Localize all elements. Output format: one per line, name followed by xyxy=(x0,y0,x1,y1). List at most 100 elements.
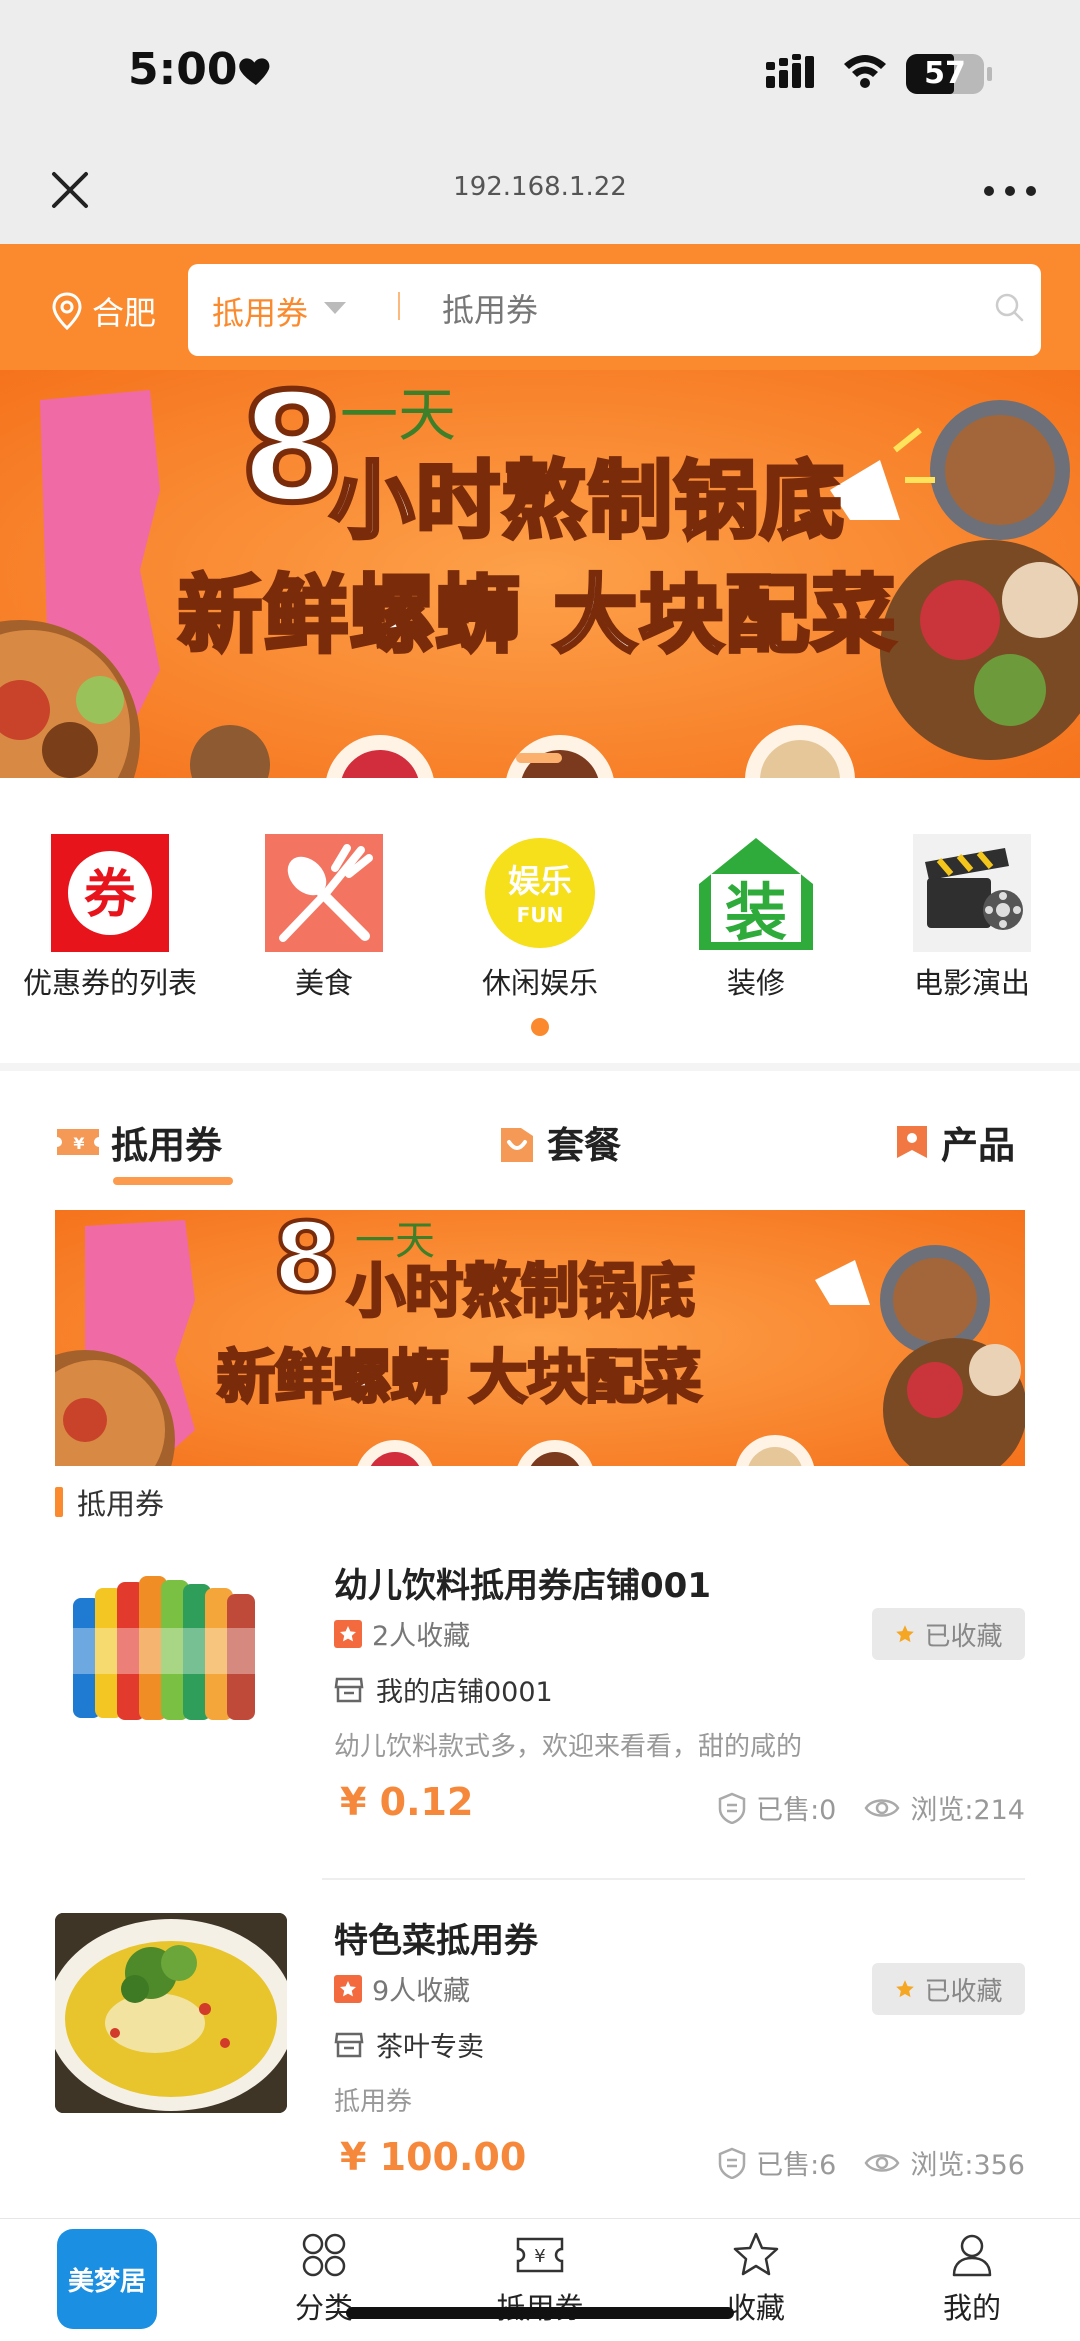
svg-text:FUN: FUN xyxy=(517,903,564,927)
tab-label: 产品 xyxy=(941,1124,1015,1167)
sold-icon xyxy=(718,1792,746,1824)
signal-icon xyxy=(766,54,814,88)
search-input[interactable] xyxy=(442,278,962,342)
tab-label: 套餐 xyxy=(547,1124,621,1167)
view-count: 浏览:356 xyxy=(910,2150,1025,2181)
product-favorites: 2人收藏 xyxy=(334,1614,470,1653)
promo-banner[interactable]: 一天 8 小时熬制锅底 新鲜螺蛳 大块配菜 xyxy=(0,370,1080,778)
section-label-text: 抵用券 xyxy=(77,1487,165,1521)
category-food[interactable]: 美食 xyxy=(216,834,432,1002)
food-icon xyxy=(265,834,383,952)
product-description: 幼儿饮料款式多，欢迎来看看，甜的咸的 xyxy=(334,1732,803,1762)
product-card[interactable]: 幼儿饮料抵用券店铺001 2人收藏 我的店铺0001 幼儿饮料款式多，欢迎来看看… xyxy=(0,1558,1080,1908)
tab-label: 抵用券 xyxy=(111,1124,222,1167)
svg-text:装: 装 xyxy=(725,876,787,949)
coupon-tab-icon: ¥ xyxy=(57,1129,99,1155)
browser-bar: 192.168.1.22 xyxy=(0,140,1080,244)
collect-button[interactable]: 已收藏 xyxy=(872,1963,1025,2015)
favorites-count: 2人收藏 xyxy=(372,1621,471,1652)
section-label-bar xyxy=(55,1487,63,1517)
wifi-icon xyxy=(844,55,886,88)
category-label: 休闲娱乐 xyxy=(481,966,598,1000)
star-outline-icon xyxy=(733,2232,779,2276)
section-promo-banner[interactable]: 一天 8 小时熬制锅底 新鲜螺蛳 大块配菜 xyxy=(55,1210,1025,1466)
product-price: ¥ 0.12 xyxy=(340,1780,474,1824)
eye-icon xyxy=(864,1798,900,1817)
search-header: 合肥 抵用券 xyxy=(0,244,1080,370)
tab-coupon[interactable]: ¥ 抵用券 xyxy=(55,1115,222,1169)
product-title[interactable]: 特色菜抵用券 xyxy=(334,1913,538,1962)
category-movie[interactable]: 电影演出 xyxy=(864,834,1080,1002)
location-pin-icon xyxy=(52,292,82,330)
promo-digit: 8 xyxy=(271,1210,342,1316)
nav-label: 我的 xyxy=(942,2291,1001,2325)
more-icon[interactable] xyxy=(982,184,1038,198)
product-store[interactable]: 茶叶专卖 xyxy=(334,2025,484,2064)
product-image[interactable] xyxy=(55,1913,287,2113)
banner-line2: 新鲜螺蛳 大块配菜 xyxy=(176,564,898,666)
svg-text:¥: ¥ xyxy=(534,2246,545,2267)
category-label: 优惠券的列表 xyxy=(22,966,197,1000)
product-tab-icon xyxy=(897,1126,927,1158)
tab-package[interactable]: 套餐 xyxy=(497,1115,621,1169)
search-type-dropdown[interactable]: 抵用券 xyxy=(212,288,308,334)
grid-icon xyxy=(302,2233,346,2277)
battery-level: 57 xyxy=(924,56,966,91)
nav-label: 收藏 xyxy=(726,2291,785,2325)
product-store[interactable]: 我的店铺0001 xyxy=(334,1670,553,1709)
category-decoration[interactable]: 装 装修 xyxy=(648,834,864,1002)
heart-icon xyxy=(239,58,270,85)
search-icon[interactable] xyxy=(994,292,1024,322)
product-image[interactable] xyxy=(55,1558,287,1758)
svg-text:¥: ¥ xyxy=(73,1134,84,1153)
product-divider xyxy=(322,1878,1025,1880)
product-favorites: 9人收藏 xyxy=(334,1969,470,2008)
category-label: 电影演出 xyxy=(913,966,1030,1000)
banner-digit: 8 xyxy=(237,370,347,539)
entertainment-icon: 娱乐 FUN xyxy=(481,834,599,952)
product-title[interactable]: 幼儿饮料抵用券店铺001 xyxy=(334,1558,711,1607)
svg-text:券: 券 xyxy=(84,865,137,925)
nav-label: 分类 xyxy=(294,2291,353,2325)
movie-icon xyxy=(913,834,1031,952)
star-icon xyxy=(334,1619,362,1648)
collect-label: 已收藏 xyxy=(924,1621,1003,1652)
category-coupon[interactable]: 券 优惠券的列表 xyxy=(2,834,218,1002)
category-label: 装修 xyxy=(726,966,785,1000)
product-stats: 已售:6 浏览:356 xyxy=(718,2143,1025,2182)
product-stats: 已售:0 浏览:214 xyxy=(718,1788,1025,1827)
view-count: 浏览:214 xyxy=(910,1795,1025,1826)
status-bar: 5:00 57 xyxy=(0,0,1080,140)
category-pagination-dot xyxy=(531,1018,549,1036)
store-name: 茶叶专卖 xyxy=(376,2032,484,2063)
sold-icon xyxy=(718,2147,746,2179)
product-description: 抵用券 xyxy=(334,2087,413,2117)
store-icon xyxy=(334,2032,364,2057)
tab-product[interactable]: 产品 xyxy=(893,1115,1015,1169)
search-divider xyxy=(398,292,400,320)
home-indicator[interactable] xyxy=(346,2307,734,2319)
star-icon xyxy=(334,1974,362,2003)
nav-label: 抵用券 xyxy=(470,2285,610,2327)
favorites-count: 9人收藏 xyxy=(372,1976,471,2007)
package-tab-icon xyxy=(501,1128,533,1162)
bottom-nav: 美梦居 分类 ¥ 抵用券 收藏 我的 xyxy=(0,2218,1080,2341)
product-card[interactable]: 特色菜抵用券 9人收藏 茶叶专卖 抵用券 ¥ 100.00 已收藏 已售:6 浏… xyxy=(0,1913,1080,2263)
nav-profile[interactable]: 我的 xyxy=(902,2231,1042,2327)
store-icon xyxy=(334,1677,364,1702)
location-label: 合肥 xyxy=(92,294,157,332)
banner-pagination xyxy=(516,753,562,763)
sold-count: 已售:0 xyxy=(756,1795,837,1826)
url-label: 192.168.1.22 xyxy=(453,172,627,202)
category-entertainment[interactable]: 娱乐 FUN 休闲娱乐 xyxy=(432,834,648,1002)
status-time: 5:00 xyxy=(128,44,238,95)
banner-line1: 小时熬制锅底 xyxy=(328,450,847,552)
collect-button[interactable]: 已收藏 xyxy=(872,1608,1025,1660)
chevron-down-icon[interactable] xyxy=(324,302,346,314)
star-icon xyxy=(896,1625,915,1643)
category-label: 美食 xyxy=(294,966,353,1000)
home-logo-button[interactable]: 美梦居 xyxy=(57,2229,157,2329)
eye-icon xyxy=(864,2153,900,2172)
decoration-icon: 装 xyxy=(697,834,815,952)
location-selector[interactable]: 合肥 xyxy=(52,288,156,334)
